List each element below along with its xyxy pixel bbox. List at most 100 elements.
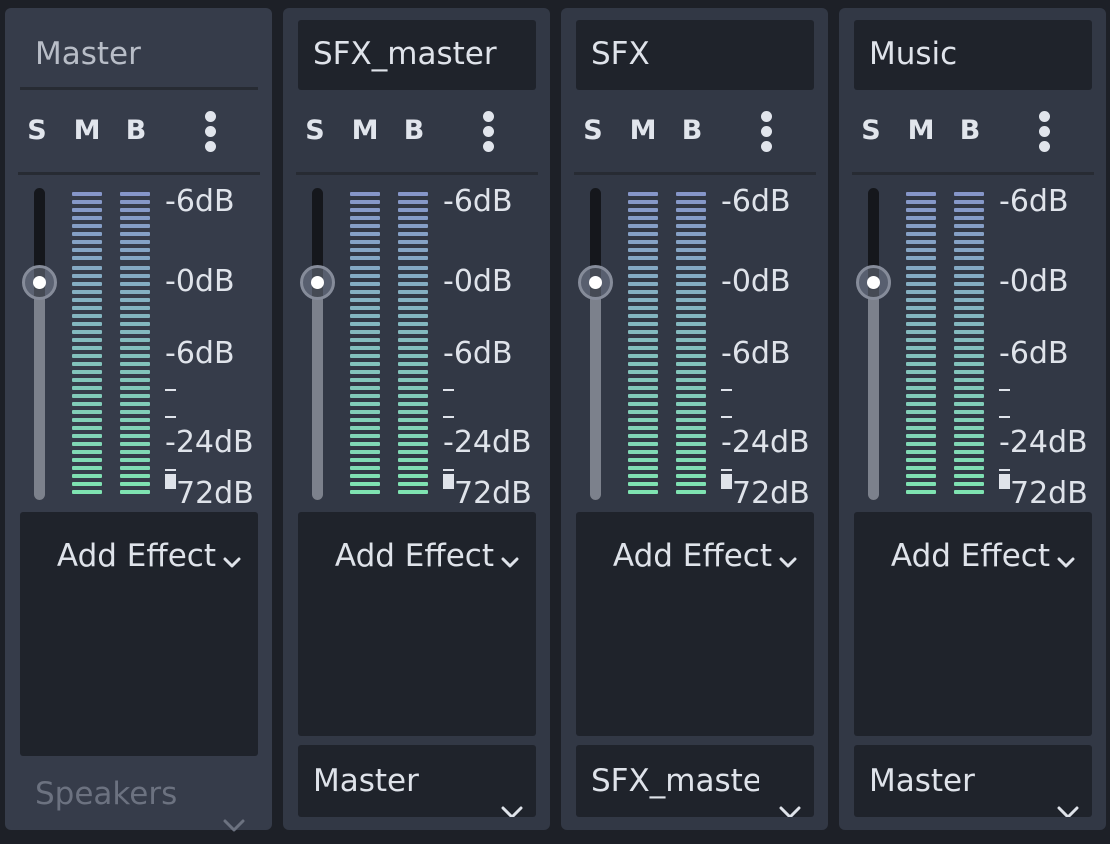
solo-button[interactable]: S [575,109,611,153]
level-meter-segment [72,266,102,270]
level-meter-segment [628,426,658,430]
level-meter-segment [954,442,984,446]
level-meter-segment [954,490,984,494]
db-scale-label: -6dB [999,336,1069,371]
level-meter-segment [628,266,658,270]
level-meter-segment [954,256,984,260]
mute-button[interactable]: M [625,109,661,153]
solo-button[interactable]: S [19,109,55,153]
volume-fader-knob[interactable] [22,265,57,300]
level-meter-segment [398,256,428,260]
output-bus-select[interactable]: SFX_maste [576,745,814,817]
level-meter-segment [120,394,150,398]
db-scale-label: -0dB [999,264,1069,299]
volume-fader[interactable] [34,188,45,500]
effects-list[interactable]: Add Effect [298,512,536,736]
level-meter-segment [628,410,658,414]
db-scale-tick [999,416,1010,418]
solo-button[interactable]: S [297,109,333,153]
level-meter-segment [72,426,102,430]
level-meter-segment [676,394,706,398]
header-divider [18,172,260,175]
level-meter-segment [398,282,428,286]
bypass-button[interactable]: B [952,109,988,153]
bypass-button[interactable]: B [674,109,710,153]
vertical-ellipsis-icon[interactable] [754,108,780,156]
ellipsis-dot [1039,141,1050,152]
output-bus-select[interactable]: Master [298,745,536,817]
mute-button[interactable]: M [69,109,105,153]
bus-strip-music: Music S M B -6dB -0dB -6dB -24dB 72dB Add Effect M… [839,8,1106,830]
level-meter-segment [398,466,428,470]
volume-fader-fill [590,297,601,500]
chevron-down-icon[interactable] [501,554,519,568]
db-scale-label: 72dB [732,476,810,511]
volume-fader[interactable] [312,188,323,500]
volume-fader-knob[interactable] [856,265,891,300]
level-meter-segment [628,362,658,366]
vertical-ellipsis-icon[interactable] [476,108,502,156]
bypass-button[interactable]: B [396,109,432,153]
level-meter-segment [628,378,658,382]
bus-name-field[interactable]: SFX_master [298,20,536,90]
level-meter-segment [676,442,706,446]
level-meter-segment [676,466,706,470]
output-bus-select[interactable]: Master [854,745,1092,817]
level-meter-segment [676,266,706,270]
bus-name-field[interactable]: SFX [576,20,814,90]
level-meter-segment [72,370,102,374]
level-meter-segment [120,442,150,446]
level-meter-segment [398,482,428,486]
volume-fader[interactable] [868,188,879,500]
chevron-down-icon[interactable] [779,554,797,568]
bypass-button[interactable]: B [118,109,154,153]
level-meter-segment [398,490,428,494]
mute-button[interactable]: M [903,109,939,153]
level-meter-segment [954,450,984,454]
level-meter-segment [954,224,984,228]
level-meter-segment [906,394,936,398]
level-meter-segment [120,354,150,358]
effects-list[interactable]: Add Effect [576,512,814,736]
level-meter-segment [906,266,936,270]
level-meter-segment [676,402,706,406]
level-meter-segment [954,474,984,478]
effects-list[interactable]: Add Effect [20,512,258,756]
level-meter-segment [628,482,658,486]
volume-fader[interactable] [590,188,601,500]
level-meter-segment [72,192,102,196]
level-meter-segment [906,434,936,438]
level-meter-segment [954,418,984,422]
level-meter-segment [120,402,150,406]
bus-strip-sfx: SFX S M B -6dB -0dB -6dB -24dB 72dB Add Effect SFX… [561,8,828,830]
level-meter-segment [350,298,380,302]
level-meter-segment [72,490,102,494]
db-scale-tick [999,469,1010,471]
level-meter-segment [628,224,658,228]
level-meter-segment [350,266,380,270]
solo-button[interactable]: S [853,109,889,153]
level-meter-segment [628,338,658,342]
level-meter-segment [954,306,984,310]
level-meter-segment [398,418,428,422]
bus-name-field[interactable]: Master [20,20,258,90]
level-meter-right [676,192,706,500]
level-meter-segment [350,306,380,310]
level-meter-segment [72,362,102,366]
vertical-ellipsis-icon[interactable] [198,108,224,156]
chevron-down-icon[interactable] [223,554,241,568]
level-meter-left [72,192,102,500]
level-meter-segment [628,208,658,212]
volume-fader-knob[interactable] [578,265,613,300]
effects-list[interactable]: Add Effect [854,512,1092,736]
chevron-down-icon[interactable] [1057,554,1075,568]
vertical-ellipsis-icon[interactable] [1032,108,1058,156]
volume-fader-knob[interactable] [300,265,335,300]
level-meter-segment [628,314,658,318]
level-meter-segment [72,274,102,278]
mute-button[interactable]: M [347,109,383,153]
level-meter-segment [72,306,102,310]
bus-name-field[interactable]: Music [854,20,1092,90]
level-meter-segment [906,346,936,350]
level-meter-segment [350,290,380,294]
